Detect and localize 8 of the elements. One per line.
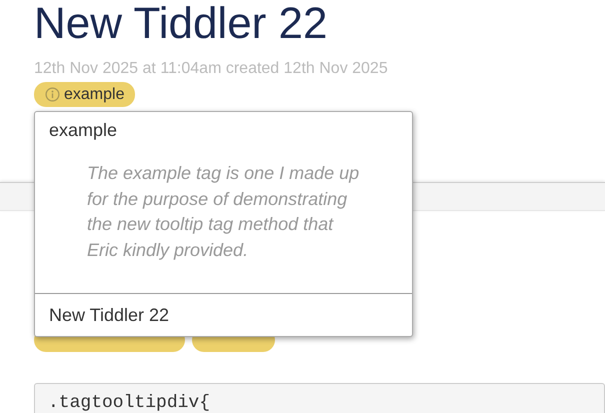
info-icon: [45, 87, 60, 102]
dropdown-heading[interactable]: example: [35, 112, 412, 150]
code-block: .tagtooltipdiv{: [34, 383, 605, 413]
tiddler-subtitle: 12th Nov 2025 at 11:04am created 12th Nov 2025: [34, 59, 389, 79]
tiddler-title: New Tiddler 22: [34, 0, 328, 48]
dropdown-item[interactable]: New Tiddler 22: [35, 294, 412, 337]
tag-description: The example tag is one I made up for the purpose of demonstrating the new tooltip tag method that Eric kindly provided.: [86, 162, 360, 262]
tag-pill[interactable]: example: [34, 82, 136, 107]
